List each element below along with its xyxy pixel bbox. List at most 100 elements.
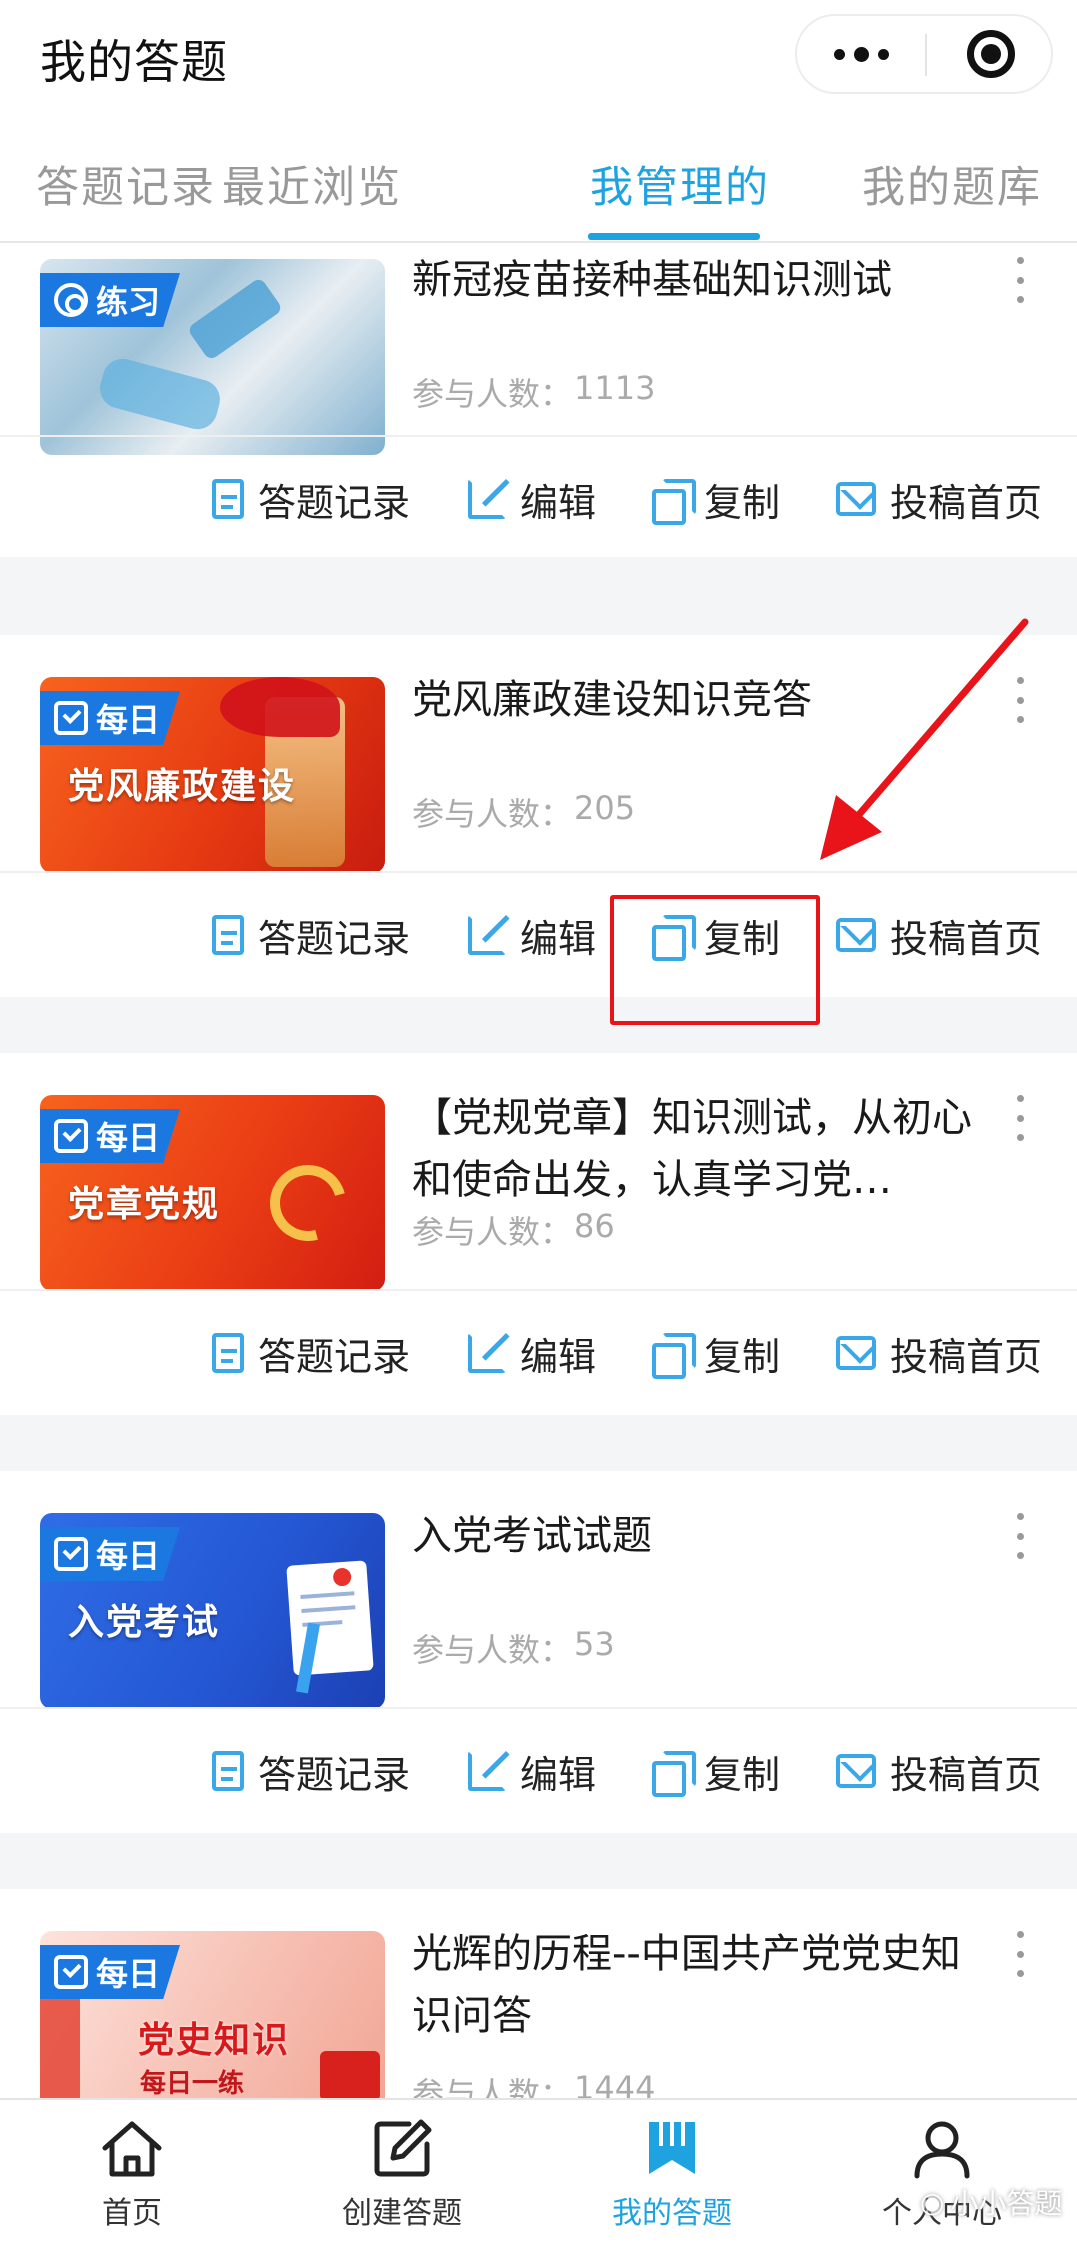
answer-records-button[interactable]: 答题记录 (212, 873, 410, 997)
edit-icon (468, 1333, 506, 1373)
copy-icon (652, 1333, 696, 1379)
card-actions: 答题记录 编辑 复制 投稿首页 (0, 1709, 1077, 1833)
edit-button[interactable]: 编辑 (468, 1291, 596, 1415)
calendar-check-icon (54, 1955, 88, 1989)
more-options-icon[interactable] (1010, 1095, 1030, 1141)
copy-button[interactable]: 复制 (652, 1291, 780, 1415)
home-icon (102, 2121, 162, 2177)
more-options-icon[interactable] (1010, 257, 1030, 303)
badge-label: 每日 (96, 1537, 161, 1575)
quiz-card[interactable]: 练习 新冠疫苗接种基础知识测试 参与人数： 1113 答题记录 编辑 复制 投稿… (0, 243, 1077, 557)
more-menu-button[interactable] (797, 16, 925, 92)
user-icon (914, 2121, 970, 2179)
tab-managed[interactable]: 我管理的 (590, 153, 770, 215)
quiz-type-badge: 练习 (40, 273, 181, 327)
participant-count: 参与人数： 86 (412, 1207, 615, 1253)
action-label: 编辑 (520, 1334, 597, 1379)
quiz-list: 练习 新冠疫苗接种基础知识测试 参与人数： 1113 答题记录 编辑 复制 投稿… (0, 243, 1077, 2098)
page-title: 我的答题 (40, 35, 228, 89)
quiz-type-badge: 每日 (40, 1527, 181, 1581)
quiz-title[interactable]: 【党规党章】知识测试，从初心和使命出发，认真学习党… (412, 1087, 972, 1211)
participant-count: 参与人数： 53 (412, 1625, 615, 1671)
quiz-type-badge: 每日 (40, 691, 181, 745)
mail-icon (836, 1336, 876, 1370)
more-options-icon[interactable] (1010, 1931, 1030, 1977)
thumbnail-caption: 党史知识 (138, 2020, 291, 2061)
calendar-check-icon (54, 701, 88, 735)
copy-icon (652, 479, 696, 525)
thumbnail-caption: 党风廉政建设 (68, 766, 297, 807)
quiz-thumbnail: 每日 党史知识 每日一练 (40, 1931, 385, 2098)
close-mini-program-icon[interactable] (967, 30, 1015, 78)
copy-button[interactable]: 复制 (652, 1709, 780, 1833)
copy-button[interactable]: 复制 (652, 437, 780, 561)
card-actions: 答题记录 编辑 复制 投稿首页 (0, 1291, 1077, 1415)
answer-records-button[interactable]: 答题记录 (212, 437, 410, 561)
edit-button[interactable]: 编辑 (468, 873, 596, 997)
calendar-check-icon (54, 1119, 88, 1153)
action-label: 投稿首页 (890, 916, 1043, 961)
quiz-card[interactable]: 每日 入党考试 入党考试试题 参与人数： 53 答题记录 编辑 复制 投稿首页 (0, 1471, 1077, 1833)
answer-records-button[interactable]: 答题记录 (212, 1709, 410, 1833)
more-dot-icon (853, 46, 869, 62)
submit-homepage-button[interactable]: 投稿首页 (836, 1709, 1042, 1833)
mail-icon (836, 918, 876, 952)
action-label: 投稿首页 (890, 1334, 1043, 1379)
action-label: 答题记录 (258, 480, 411, 525)
quiz-title[interactable]: 光辉的历程--中国共产党党史知识问答 (412, 1923, 972, 2047)
nav-label: 创建答题 (342, 2196, 462, 2231)
action-label: 答题记录 (258, 1752, 411, 1797)
copy-icon (652, 1751, 696, 1797)
nav-home[interactable]: 首页 (22, 2100, 242, 2251)
action-label: 投稿首页 (890, 1752, 1043, 1797)
edit-button[interactable]: 编辑 (468, 437, 596, 561)
vaccine-illustration (186, 276, 284, 362)
active-tab-indicator (588, 233, 760, 240)
bottom-navigation: 首页 创建答题 我的答题 个人中心 (0, 2098, 1077, 2251)
quiz-thumbnail: 每日 党章党规 (40, 1095, 385, 1291)
glove-illustration (95, 354, 225, 434)
participant-value: 53 (574, 1625, 615, 1663)
quiz-type-badge: 每日 (40, 1109, 181, 1163)
more-dot-icon (877, 48, 889, 60)
action-label: 编辑 (520, 1752, 597, 1797)
tab-answer-records[interactable]: 答题记录 (36, 153, 216, 215)
annotation-arrow (820, 618, 1029, 860)
quiz-title[interactable]: 入党考试试题 (412, 1505, 972, 1567)
badge-label: 练习 (96, 283, 161, 321)
quiz-card[interactable]: 每日 党章党规 【党规党章】知识测试，从初心和使命出发，认真学习党… 参与人数：… (0, 1053, 1077, 1415)
card-actions: 答题记录 编辑 复制 投稿首页 (0, 873, 1077, 997)
flag-illustration (40, 1991, 80, 2098)
quiz-thumbnail: 练习 (40, 259, 385, 455)
badge-label: 每日 (96, 1119, 161, 1157)
tab-question-bank[interactable]: 我的题库 (862, 153, 1042, 215)
nav-my-quizzes[interactable]: 我的答题 (562, 2100, 782, 2251)
submit-homepage-button[interactable]: 投稿首页 (836, 437, 1042, 561)
practice-icon (54, 283, 88, 317)
mail-icon (836, 1754, 876, 1788)
participant-value: 86 (574, 1207, 615, 1245)
quiz-thumbnail: 每日 入党考试 (40, 1513, 385, 1709)
card-actions: 答题记录 编辑 复制 投稿首页 (0, 437, 1077, 561)
edit-button[interactable]: 编辑 (468, 1709, 596, 1833)
participant-count: 参与人数： 1444 (412, 2069, 655, 2098)
tab-bar: 答题记录 最近浏览 我管理的 我的题库 (0, 115, 1077, 243)
participant-label: 参与人数： (412, 1631, 573, 1669)
quiz-thumbnail: 每日 党风廉政建设 (40, 677, 385, 873)
wechat-icon: ◉ (920, 2185, 945, 2219)
tab-recent-browse[interactable]: 最近浏览 (222, 153, 402, 215)
nav-create-quiz[interactable]: 创建答题 (292, 2100, 512, 2251)
more-options-icon[interactable] (1010, 1513, 1030, 1559)
action-label: 复制 (704, 1752, 781, 1797)
participant-label: 参与人数： (412, 795, 573, 833)
quiz-title[interactable]: 新冠疫苗接种基础知识测试 (412, 249, 972, 311)
quiz-card[interactable]: 每日 党史知识 每日一练 光辉的历程--中国共产党党史知识问答 参与人数： 14… (0, 1889, 1077, 2098)
calendar-check-icon (54, 1537, 88, 1571)
create-icon (374, 2119, 432, 2177)
nav-profile[interactable]: 个人中心 (832, 2100, 1052, 2251)
nav-label: 我的答题 (612, 2196, 732, 2231)
mail-icon (836, 482, 876, 516)
submit-homepage-button[interactable]: 投稿首页 (836, 873, 1042, 997)
answer-records-button[interactable]: 答题记录 (212, 1291, 410, 1415)
submit-homepage-button[interactable]: 投稿首页 (836, 1291, 1042, 1415)
